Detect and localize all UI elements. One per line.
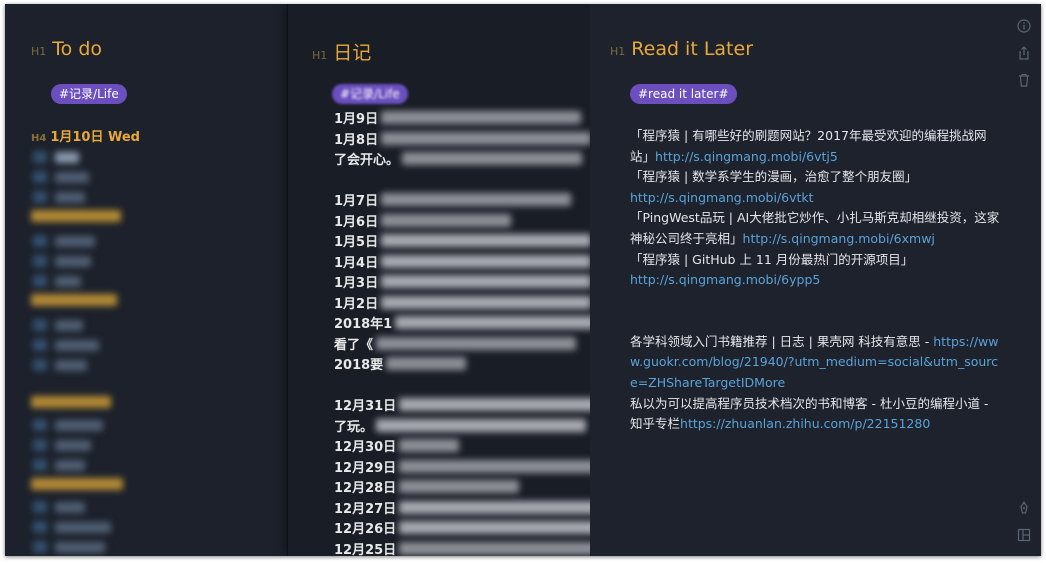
share-icon[interactable] <box>1017 46 1031 60</box>
checkbox-icon <box>33 459 47 471</box>
diary-line: 2018年1 <box>334 313 590 332</box>
note-heading-row: H1 日记 <box>312 38 371 65</box>
note-title: Read it Later <box>631 38 754 60</box>
checkbox-icon <box>33 541 47 553</box>
todo-item[interactable] <box>33 520 111 534</box>
note-pane-diary[interactable]: H1 日记 #记录/Life 1月9日 1月8日 了会开心。 1月7日 1月6日… <box>287 4 591 556</box>
todo-item[interactable] <box>33 418 103 432</box>
diary-line: 12月31日 <box>334 395 590 414</box>
todo-item[interactable] <box>33 318 83 332</box>
note-title: To do <box>52 38 103 60</box>
diary-line: 了玩。 <box>334 416 587 435</box>
todo-item[interactable] <box>33 458 85 472</box>
todo-item[interactable] <box>33 274 81 288</box>
entry: 各学科领域入门书籍推荐 | 日志 | 果壳网 科技有意思 - https://w… <box>630 333 999 390</box>
todo-date-heading-blurred <box>31 478 123 490</box>
diary-line: 1月6日 <box>334 211 512 230</box>
note-body[interactable]: 「程序猿 | 有哪些好的刷题网站？2017年最受欢迎的编程挑战网站」http:/… <box>630 126 1002 435</box>
todo-item[interactable] <box>33 438 91 452</box>
diary-line: 12月26日 <box>334 518 590 537</box>
diary-line: 12月30日 <box>334 436 460 455</box>
diary-line: 1月8日 <box>334 129 590 148</box>
diary-line: 1月9日 <box>334 108 582 127</box>
app-window: H1 To do #记录/Life H4 1月10日 Wed H1 日记 #记录… <box>5 4 1041 556</box>
diary-line: 1月2日 <box>334 293 590 312</box>
todo-date-heading-blurred <box>31 294 117 306</box>
note-pane-read-later[interactable]: H1 Read it Later #read it later# 「程序猿 | … <box>590 4 1041 556</box>
diary-line: 1月4日 <box>334 252 590 271</box>
todo-item[interactable] <box>33 500 85 514</box>
diary-line: 1月7日 <box>334 190 572 209</box>
todo-item[interactable] <box>33 190 85 204</box>
note-title: 日记 <box>333 42 372 64</box>
todo-item[interactable] <box>33 150 79 164</box>
diary-line: 了会开心。 <box>334 149 583 168</box>
todo-date-heading-blurred <box>31 396 111 408</box>
entry: 「程序猿 | 数学系学生的漫画，治愈了整个朋友圈」http://s.qingma… <box>630 169 918 205</box>
todo-date-heading-blurred <box>31 210 121 222</box>
diary-line: 1月5日 <box>334 231 590 250</box>
entry-link[interactable]: https://zhuanlan.zhihu.com/p/22151280 <box>680 416 930 431</box>
entry: 「程序猿 | 有哪些好的刷题网站？2017年最受欢迎的编程挑战网站」http:/… <box>630 128 987 164</box>
diary-line: 12月25日 <box>334 539 590 556</box>
h1-marker: H1 <box>31 45 47 58</box>
h4-marker: H4 <box>31 133 47 144</box>
checkbox-icon <box>33 319 47 331</box>
checkbox-icon <box>33 359 47 371</box>
entry: 私以为可以提高程序员技术档次的书和博客 - 杜小豆的编程小道 - 知乎专栏htt… <box>630 395 989 432</box>
todo-item[interactable] <box>33 170 89 184</box>
checkbox-icon <box>33 171 47 183</box>
pen-icon[interactable] <box>1017 501 1031 515</box>
tag-pill[interactable]: #记录/Life <box>332 84 408 104</box>
checkbox-icon <box>33 275 47 287</box>
todo-item[interactable] <box>33 540 105 554</box>
diary-line: 12月29日 <box>334 457 590 476</box>
checkbox-icon <box>33 339 47 351</box>
layout-icon[interactable] <box>1017 528 1031 542</box>
todo-date: 1月10日 Wed <box>50 130 140 145</box>
todo-item[interactable] <box>33 234 95 248</box>
entry-link[interactable]: http://s.qingmang.mobi/6vtkt <box>630 190 814 205</box>
tag-pill[interactable]: #记录/Life <box>51 84 127 104</box>
diary-line: 1月3日 <box>334 272 590 291</box>
diary-line: 2018要 <box>334 354 467 373</box>
diary-line: 12月27日 <box>334 498 590 517</box>
checkbox-icon <box>33 255 47 267</box>
checkbox-icon <box>33 501 47 513</box>
h1-marker: H1 <box>312 49 328 62</box>
info-icon[interactable] <box>1017 19 1031 33</box>
todo-date-heading: H4 1月10日 Wed <box>31 126 140 145</box>
checkbox-icon <box>33 439 47 451</box>
diary-line: 12月28日 <box>334 477 520 496</box>
note-pane-todo[interactable]: H1 To do #记录/Life H4 1月10日 Wed <box>5 4 287 556</box>
checkbox-icon <box>33 419 47 431</box>
note-heading-row: H1 To do <box>31 38 102 60</box>
checkbox-icon <box>33 235 47 247</box>
todo-item[interactable] <box>33 338 99 352</box>
entry: 「程序猿 | GitHub 上 11 月份最热门的开源项目」http://s.q… <box>630 251 914 288</box>
entry-link[interactable]: http://s.qingmang.mobi/6ypp5 <box>630 272 820 287</box>
checkbox-icon <box>33 191 47 203</box>
entry: 「PingWest品玩 | AI大佬批它炒作、小扎马斯克却相继投资，这家神秘公司… <box>630 210 1000 246</box>
todo-item[interactable] <box>33 358 87 372</box>
entry-link[interactable]: http://s.qingmang.mobi/6xmwj <box>743 231 935 246</box>
todo-item[interactable] <box>33 254 91 268</box>
tag-pill[interactable]: #read it later# <box>630 84 737 104</box>
diary-line: 看了《 <box>334 334 577 353</box>
checkbox-icon <box>33 521 47 533</box>
trash-icon[interactable] <box>1017 73 1031 87</box>
h1-marker: H1 <box>610 45 626 58</box>
checkbox-icon <box>33 151 47 163</box>
entry-link[interactable]: http://s.qingmang.mobi/6vtj5 <box>655 149 838 164</box>
note-heading-row: H1 Read it Later <box>610 38 753 60</box>
